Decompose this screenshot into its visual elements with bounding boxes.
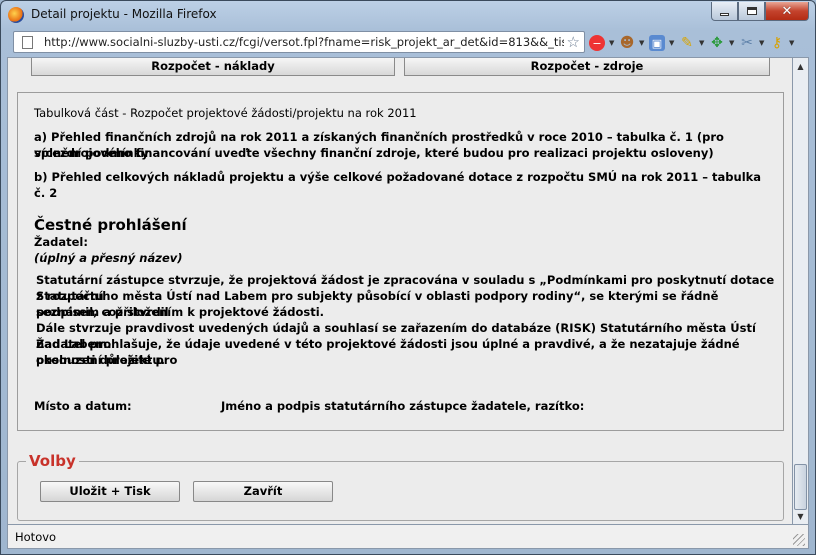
dropdown-arrow-icon[interactable]: ▼ bbox=[609, 39, 615, 47]
applicant-hint: (úplný a přesný název) bbox=[34, 251, 183, 265]
firefox-icon bbox=[8, 7, 24, 23]
highlighter-icon[interactable]: ✎ bbox=[679, 35, 695, 51]
declaration-heading: Čestné prohlášení bbox=[34, 216, 187, 234]
options-legend: Volby bbox=[26, 452, 79, 470]
close-window-button[interactable]: ✕ bbox=[765, 2, 809, 21]
tab-budget-sources[interactable]: Rozpočet - zdroje bbox=[404, 58, 770, 76]
maximize-button[interactable] bbox=[738, 2, 765, 21]
scroll-down-icon[interactable]: ▼ bbox=[793, 508, 808, 524]
status-text: Hotovo bbox=[15, 530, 57, 544]
resize-icon[interactable]: ✥ bbox=[709, 35, 725, 51]
declaration-line: posouzení projektu. bbox=[36, 353, 165, 367]
dropdown-arrow-icon[interactable]: ▼ bbox=[759, 39, 765, 47]
status-bar: Hotovo bbox=[7, 525, 809, 549]
page-content: Rozpočet - náklady Rozpočet - zdroje Tab… bbox=[7, 57, 793, 525]
window-controls: ✕ bbox=[711, 2, 809, 22]
toolbar-icons: − ▼ ☻ ▼ ▣ ▼ ✎ ▼ ✥ ▼ ✂ ▼ ⚷ ▼ bbox=[589, 33, 795, 53]
minimize-button[interactable] bbox=[711, 2, 738, 21]
dropdown-arrow-icon[interactable]: ▼ bbox=[639, 39, 645, 47]
table-part-title: Tabulková část - Rozpočet projektové žád… bbox=[34, 106, 417, 120]
vertical-scrollbar[interactable]: ▲ ▼ bbox=[793, 57, 809, 525]
tab-budget-costs[interactable]: Rozpočet - náklady bbox=[31, 58, 395, 76]
item-a-line2: vícezdrojového financování uveďte všechn… bbox=[34, 146, 714, 160]
page-icon bbox=[22, 36, 33, 49]
item-b: b) Přehled celkových nákladů projektu a … bbox=[34, 170, 762, 200]
close-icon: ✕ bbox=[781, 3, 793, 19]
wrench-icon[interactable]: ✂ bbox=[739, 35, 755, 51]
user-icon[interactable]: ☻ bbox=[619, 35, 635, 51]
stop-icon[interactable]: − bbox=[589, 35, 605, 51]
key-icon[interactable]: ⚷ bbox=[769, 35, 785, 51]
dropdown-arrow-icon[interactable]: ▼ bbox=[729, 39, 735, 47]
place-date-label: Místo a datum: bbox=[34, 399, 132, 413]
close-button[interactable]: Zavřít bbox=[193, 481, 333, 502]
applicant-label: Žadatel: bbox=[34, 235, 88, 249]
budget-declaration-section: Tabulková část - Rozpočet projektové žád… bbox=[17, 92, 784, 431]
maximize-icon bbox=[746, 7, 757, 15]
translate-icon[interactable]: ▣ bbox=[649, 35, 665, 51]
title-bar: Detail projektu - Mozilla Firefox ✕ bbox=[1, 1, 815, 29]
dropdown-arrow-icon[interactable]: ▼ bbox=[699, 39, 705, 47]
dropdown-arrow-icon[interactable]: ▼ bbox=[669, 39, 675, 47]
scroll-up-icon[interactable]: ▲ bbox=[793, 58, 808, 74]
save-print-button[interactable]: Uložit + Tisk bbox=[40, 481, 180, 502]
bookmark-star-icon[interactable]: ☆ bbox=[567, 33, 580, 51]
minimize-icon bbox=[720, 12, 729, 16]
url-text[interactable]: http://www.socialni-sluzby-usti.cz/fcgi/… bbox=[44, 35, 564, 49]
window-title: Detail projektu - Mozilla Firefox bbox=[31, 7, 217, 21]
url-bar[interactable]: http://www.socialni-sluzby-usti.cz/fcgi/… bbox=[13, 31, 585, 53]
browser-window: Detail projektu - Mozilla Firefox ✕ http… bbox=[0, 0, 816, 555]
navigation-bar: http://www.socialni-sluzby-usti.cz/fcgi/… bbox=[7, 29, 809, 57]
declaration-line: podpisem a přiložením k projektové žádos… bbox=[36, 305, 325, 319]
dropdown-arrow-icon[interactable]: ▼ bbox=[789, 39, 795, 47]
options-fieldset: Volby Uložit + Tisk Zavřít bbox=[17, 452, 784, 521]
resize-grip-icon[interactable] bbox=[793, 534, 805, 546]
signature-label: Jméno a podpis statutárního zástupce žad… bbox=[221, 399, 585, 413]
scrollbar-thumb[interactable] bbox=[794, 464, 807, 510]
